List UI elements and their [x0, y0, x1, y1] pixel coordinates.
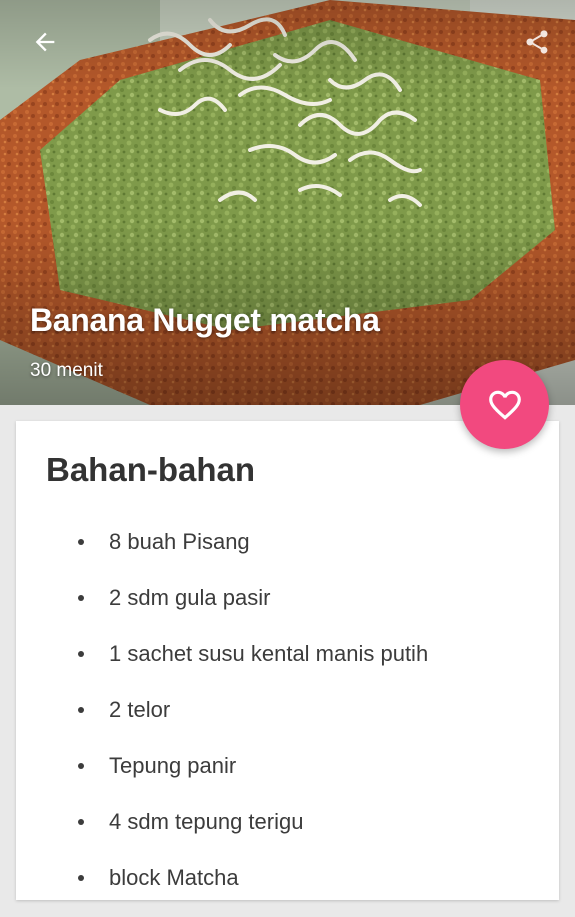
ingredient-item: 2 sdm gula pasir	[78, 581, 428, 637]
ingredient-item: 8 buah Pisang	[78, 525, 428, 581]
ingredient-text: Tepung panir	[109, 753, 237, 778]
ingredient-item: block Matcha	[78, 861, 428, 917]
recipe-hero-image	[0, 0, 575, 405]
bullet-icon	[78, 539, 84, 545]
back-button[interactable]	[23, 20, 67, 64]
ingredient-text: 4 sdm tepung terigu	[109, 809, 304, 834]
bullet-icon	[78, 875, 84, 881]
heart-outline-icon	[488, 390, 521, 420]
ingredients-heading: Bahan-bahan	[46, 451, 256, 488]
recipe-title: Banana Nugget matcha	[30, 302, 380, 338]
bullet-icon	[78, 763, 84, 769]
ingredient-text: 2 sdm gula pasir	[109, 585, 271, 610]
ingredient-text: 1 sachet susu kental manis putih	[109, 641, 429, 666]
hero-gradient	[0, 0, 575, 405]
bullet-icon	[78, 707, 84, 713]
ingredients-card: Bahan-bahan 8 buah Pisang 2 sdm gula pas…	[16, 421, 559, 900]
ingredient-text: 2 telor	[109, 697, 171, 722]
ingredient-item: 4 sdm tepung terigu	[78, 805, 428, 861]
recipe-duration: 30 menit	[30, 360, 103, 381]
ingredient-text: 8 buah Pisang	[109, 529, 250, 554]
ingredient-text: block Matcha	[109, 865, 239, 890]
bullet-icon	[78, 595, 84, 601]
ingredients-list: 8 buah Pisang 2 sdm gula pasir 1 sachet …	[78, 525, 428, 917]
share-icon	[526, 30, 548, 54]
bullet-icon	[78, 651, 84, 657]
ingredient-item: 1 sachet susu kental manis putih	[78, 637, 428, 693]
arrow-left-icon	[35, 32, 55, 52]
share-button[interactable]	[515, 20, 559, 64]
ingredient-item: 2 telor	[78, 693, 428, 749]
ingredient-item: Tepung panir	[78, 749, 428, 805]
bullet-icon	[78, 819, 84, 825]
favorite-button[interactable]	[460, 360, 549, 449]
